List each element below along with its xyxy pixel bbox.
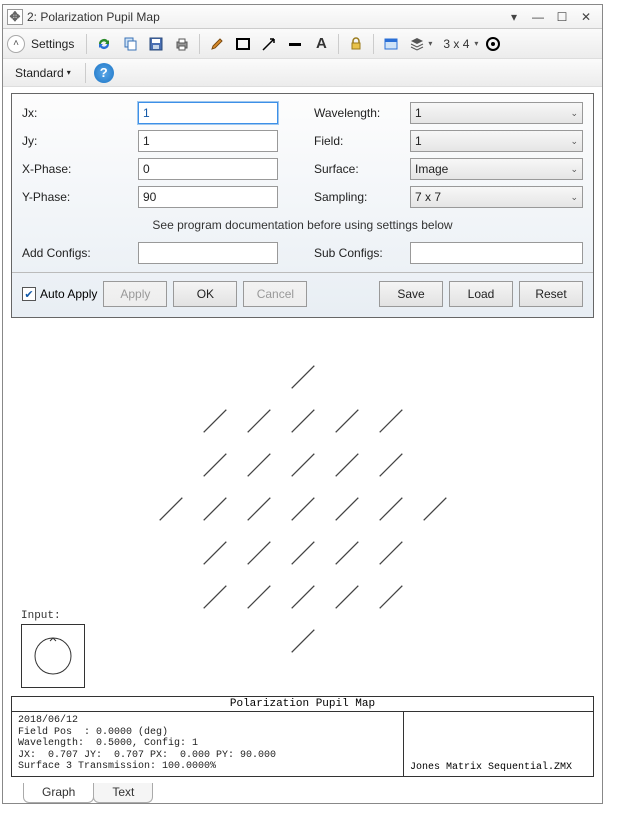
minimize-icon[interactable]: — <box>526 7 550 27</box>
footer-filename: Jones Matrix Sequential.ZMX <box>403 712 593 776</box>
chevron-down-icon: ▾ <box>67 68 71 77</box>
print-icon[interactable] <box>171 33 193 55</box>
tab-text[interactable]: Text <box>93 783 153 803</box>
pencil-icon[interactable] <box>206 33 228 55</box>
collapse-settings-icon[interactable]: ˄ <box>7 35 25 53</box>
standard-combo-label: Standard <box>15 66 64 80</box>
save-button[interactable]: Save <box>379 281 443 307</box>
ok-button[interactable]: OK <box>173 281 237 307</box>
chevron-down-icon: ⌄ <box>570 192 578 203</box>
arrow-icon[interactable] <box>258 33 280 55</box>
add-configs-input[interactable] <box>138 242 278 264</box>
field-select[interactable]: 1 ⌄ <box>410 130 583 152</box>
window-root: ✥ 2: Polarization Pupil Map ▾ — ☐ ✕ ˄ Se… <box>2 4 603 804</box>
chevron-down-icon: ⌄ <box>570 164 578 175</box>
settings-label[interactable]: Settings <box>29 37 80 51</box>
apply-button[interactable]: Apply <box>103 281 167 307</box>
jx-label: Jx: <box>22 106 132 120</box>
wavelength-value: 1 <box>415 106 422 120</box>
add-configs-label: Add Configs: <box>22 246 132 260</box>
copy-icon[interactable] <box>119 33 141 55</box>
footer-block: Polarization Pupil Map 2018/06/12 Field … <box>11 696 594 777</box>
chevron-down-icon: ⌄ <box>570 136 578 147</box>
settings-panel: Jx: Wavelength: 1 ⌄ Jy: Field: 1 ⌄ X-Pha… <box>11 93 594 318</box>
window-layout-icon[interactable] <box>380 33 402 55</box>
load-button[interactable]: Load <box>449 281 513 307</box>
xphase-label: X-Phase: <box>22 162 132 176</box>
close-icon[interactable]: ✕ <box>574 7 598 27</box>
lock-icon[interactable] <box>345 33 367 55</box>
footer-title: Polarization Pupil Map <box>12 697 593 712</box>
input-polarization-box: Input: <box>21 610 85 688</box>
standard-combo[interactable]: Standard ▾ <box>9 64 77 82</box>
rectangle-icon[interactable] <box>232 33 254 55</box>
target-icon[interactable] <box>482 33 504 55</box>
jx-input[interactable] <box>138 102 278 124</box>
toolbar-main: ˄ Settings A <box>3 29 602 59</box>
yphase-input[interactable] <box>138 186 278 208</box>
wavelength-label: Wavelength: <box>314 106 404 120</box>
reset-button[interactable]: Reset <box>519 281 583 307</box>
surface-label: Surface: <box>314 162 404 176</box>
refresh-icon[interactable] <box>93 33 115 55</box>
field-label: Field: <box>314 134 404 148</box>
wavelength-select[interactable]: 1 ⌄ <box>410 102 583 124</box>
pupil-map-chart <box>3 324 602 694</box>
plot-area: Input: <box>3 324 602 694</box>
cancel-button[interactable]: Cancel <box>243 281 307 307</box>
sampling-select[interactable]: 7 x 7 ⌄ <box>410 186 583 208</box>
input-ellipse-icon <box>21 624 85 688</box>
xphase-input[interactable] <box>138 158 278 180</box>
sampling-value: 7 x 7 <box>415 190 441 204</box>
titlebar: ✥ 2: Polarization Pupil Map ▾ — ☐ ✕ <box>3 5 602 29</box>
footer-text: 2018/06/12 Field Pos : 0.0000 (deg) Wave… <box>12 712 403 776</box>
jy-label: Jy: <box>22 134 132 148</box>
field-value: 1 <box>415 134 422 148</box>
sub-configs-input[interactable] <box>410 242 583 264</box>
dropdown-icon[interactable]: ▾ <box>502 7 526 27</box>
checkbox-checked-icon: ✔ <box>22 287 36 301</box>
toolbar-secondary: Standard ▾ ? <box>3 59 602 87</box>
surface-select[interactable]: Image ⌄ <box>410 158 583 180</box>
divider <box>12 272 593 273</box>
sampling-label: Sampling: <box>314 190 404 204</box>
settings-note: See program documentation before using s… <box>22 218 583 232</box>
save-icon[interactable] <box>145 33 167 55</box>
tab-graph[interactable]: Graph <box>23 783 94 803</box>
auto-apply-checkbox[interactable]: ✔ Auto Apply <box>22 287 97 301</box>
auto-apply-label: Auto Apply <box>40 287 97 301</box>
layers-icon[interactable] <box>406 33 428 55</box>
yphase-label: Y-Phase: <box>22 190 132 204</box>
grid-size-label[interactable]: 3 x 4 <box>436 33 476 55</box>
help-icon[interactable]: ? <box>94 63 114 83</box>
jy-input[interactable] <box>138 130 278 152</box>
chevron-down-icon: ⌄ <box>570 108 578 119</box>
surface-value: Image <box>415 162 448 176</box>
input-label: Input: <box>21 610 85 622</box>
maximize-icon[interactable]: ☐ <box>550 7 574 27</box>
text-icon[interactable]: A <box>310 33 332 55</box>
line-weight-icon[interactable] <box>284 33 306 55</box>
app-icon: ✥ <box>7 9 23 25</box>
window-title: 2: Polarization Pupil Map <box>27 10 502 24</box>
bottom-tabs: Graph Text <box>3 779 602 803</box>
sub-configs-label: Sub Configs: <box>314 246 404 260</box>
